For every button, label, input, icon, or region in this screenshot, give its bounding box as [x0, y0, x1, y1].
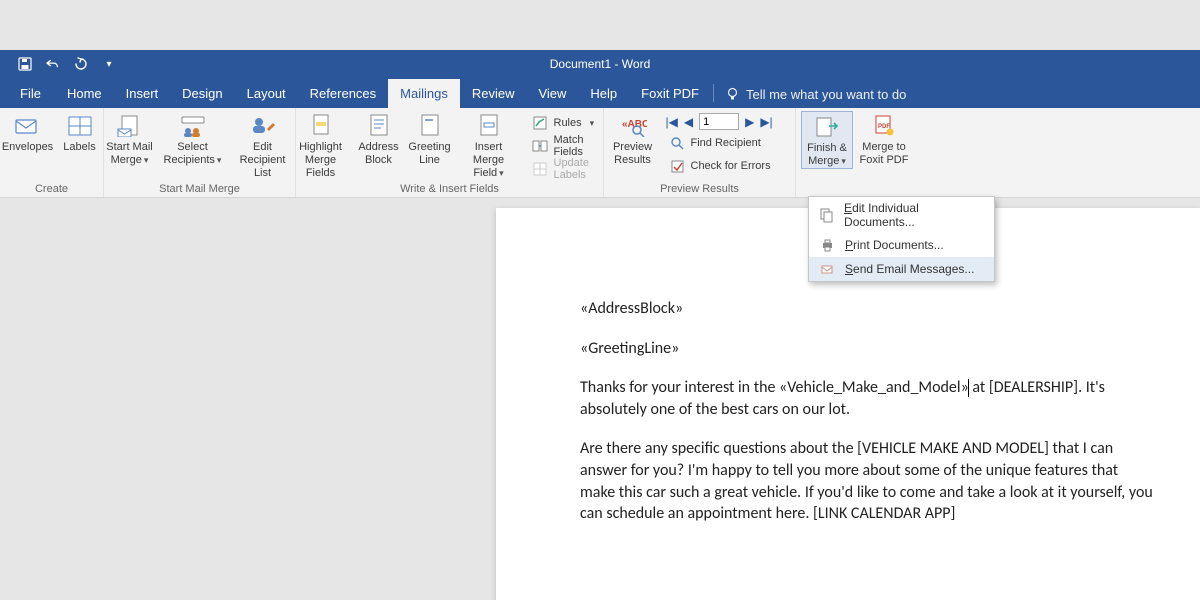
tab-view[interactable]: View: [526, 79, 578, 108]
window-top-margin: [0, 0, 1200, 50]
record-navigation: |◀ ◀ ▶ ▶|: [666, 113, 788, 130]
group-write-insert-fields: HighlightMerge Fields AddressBlock Greet…: [296, 108, 604, 197]
merge-field-icon: [474, 113, 504, 139]
start-mail-merge-button[interactable]: Start MailMerge▾: [102, 111, 158, 167]
group-create: Envelopes Labels Create: [0, 108, 104, 197]
email-send-icon: [819, 261, 835, 277]
first-record-icon[interactable]: |◀: [666, 115, 678, 129]
group-write-insert-label: Write & Insert Fields: [400, 183, 499, 197]
printer-icon: [819, 237, 835, 253]
finish-merge-button[interactable]: Finish &Merge▾: [801, 111, 853, 169]
finish-merge-icon: [812, 114, 842, 140]
svg-text:«ABC»: «ABC»: [622, 119, 647, 130]
menu-print-documents[interactable]: Print Documents...: [809, 233, 994, 257]
greeting-line-button[interactable]: GreetingLine: [406, 111, 454, 167]
envelopes-button[interactable]: Envelopes: [2, 111, 54, 167]
match-fields-button[interactable]: Match Fields: [528, 136, 606, 156]
document-title: Document1 - Word: [550, 57, 650, 71]
tell-me-search[interactable]: Tell me what you want to do: [716, 81, 916, 108]
record-number-input[interactable]: [699, 113, 739, 130]
ribbon-tabs: File Home Insert Design Layout Reference…: [0, 78, 1200, 108]
preview-results-button[interactable]: «ABC» PreviewResults: [608, 111, 658, 167]
highlight-merge-fields-button[interactable]: HighlightMerge Fields: [290, 111, 352, 180]
labels-button[interactable]: Labels: [58, 111, 102, 167]
group-start-mail-merge-label: Start Mail Merge: [159, 183, 240, 197]
group-create-label: Create: [35, 183, 68, 197]
preview-icon: «ABC»: [618, 113, 648, 139]
redo-icon[interactable]: [74, 57, 88, 71]
check-errors-button[interactable]: Check for Errors: [666, 156, 788, 176]
lightbulb-icon: [726, 87, 739, 102]
labels-icon: [65, 113, 95, 139]
merge-to-foxit-button[interactable]: PDF Merge toFoxit PDF: [857, 111, 911, 167]
find-recipient-button[interactable]: Find Recipient: [666, 133, 788, 153]
title-bar: ▾ Document1 - Word: [0, 50, 1200, 78]
recipients-icon: [178, 113, 208, 139]
tab-references[interactable]: References: [298, 79, 388, 108]
menu-send-email-messages[interactable]: Send Email Messages...: [809, 257, 994, 281]
update-icon: [532, 161, 548, 177]
insert-merge-field-button[interactable]: Insert MergeField▾: [458, 111, 520, 180]
address-block-icon: [364, 113, 394, 139]
mail-merge-icon: [115, 113, 145, 139]
group-finish: Finish &Merge▾ PDF Merge toFoxit PDF .: [796, 108, 916, 197]
group-preview-results: «ABC» PreviewResults |◀ ◀ ▶ ▶| Find Reci…: [604, 108, 796, 197]
tab-help[interactable]: Help: [578, 79, 629, 108]
select-recipients-button[interactable]: SelectRecipients▾: [162, 111, 224, 167]
qat-customize-icon[interactable]: ▾: [102, 57, 116, 71]
body-paragraph-1: Thanks for your interest in the «Vehicle…: [580, 377, 1156, 420]
tell-me-label: Tell me what you want to do: [746, 87, 906, 102]
greeting-icon: [415, 113, 445, 139]
tab-layout[interactable]: Layout: [235, 79, 298, 108]
check-errors-icon: [670, 159, 685, 174]
field-address-block: «AddressBlock»: [580, 298, 1156, 320]
save-icon[interactable]: [18, 57, 32, 71]
envelope-icon: [13, 113, 43, 139]
tab-insert[interactable]: Insert: [114, 79, 171, 108]
document-area: «AddressBlock» «GreetingLine» Thanks for…: [0, 198, 1200, 600]
rules-button[interactable]: Rules▾: [528, 113, 606, 133]
tab-review[interactable]: Review: [460, 79, 527, 108]
highlight-icon: [306, 113, 336, 139]
rules-icon: [532, 115, 548, 131]
undo-icon[interactable]: [46, 57, 60, 71]
address-block-button[interactable]: AddressBlock: [356, 111, 402, 167]
tab-separator: [713, 84, 714, 102]
finish-merge-dropdown: Edit Individual Documents... Print Docum…: [808, 196, 995, 282]
update-labels-button: Update Labels: [528, 159, 606, 179]
edit-recipient-list-button[interactable]: EditRecipient List: [228, 111, 298, 180]
last-record-icon[interactable]: ▶|: [760, 115, 772, 129]
tab-home[interactable]: Home: [55, 79, 114, 108]
edit-list-icon: [248, 113, 278, 139]
next-record-icon[interactable]: ▶: [745, 115, 754, 129]
menu-edit-individual-documents[interactable]: Edit Individual Documents...: [809, 197, 994, 233]
ribbon: Envelopes Labels Create Start MailMerg: [0, 108, 1200, 198]
tab-foxit-pdf[interactable]: Foxit PDF: [629, 79, 711, 108]
doc-copy-icon: [819, 207, 834, 223]
body-paragraph-2: Are there any specific questions about t…: [580, 438, 1156, 524]
tab-design[interactable]: Design: [170, 79, 234, 108]
group-start-mail-merge: Start MailMerge▾ SelectRecipients▾ EditR…: [104, 108, 296, 197]
find-icon: [670, 136, 685, 151]
tab-mailings[interactable]: Mailings: [388, 79, 460, 108]
field-greeting-line: «GreetingLine»: [580, 338, 1156, 360]
prev-record-icon[interactable]: ◀: [684, 115, 693, 129]
match-icon: [532, 138, 548, 154]
tab-file[interactable]: File: [10, 79, 55, 108]
foxit-pdf-icon: PDF: [869, 113, 899, 139]
group-preview-label: Preview Results: [660, 183, 739, 197]
